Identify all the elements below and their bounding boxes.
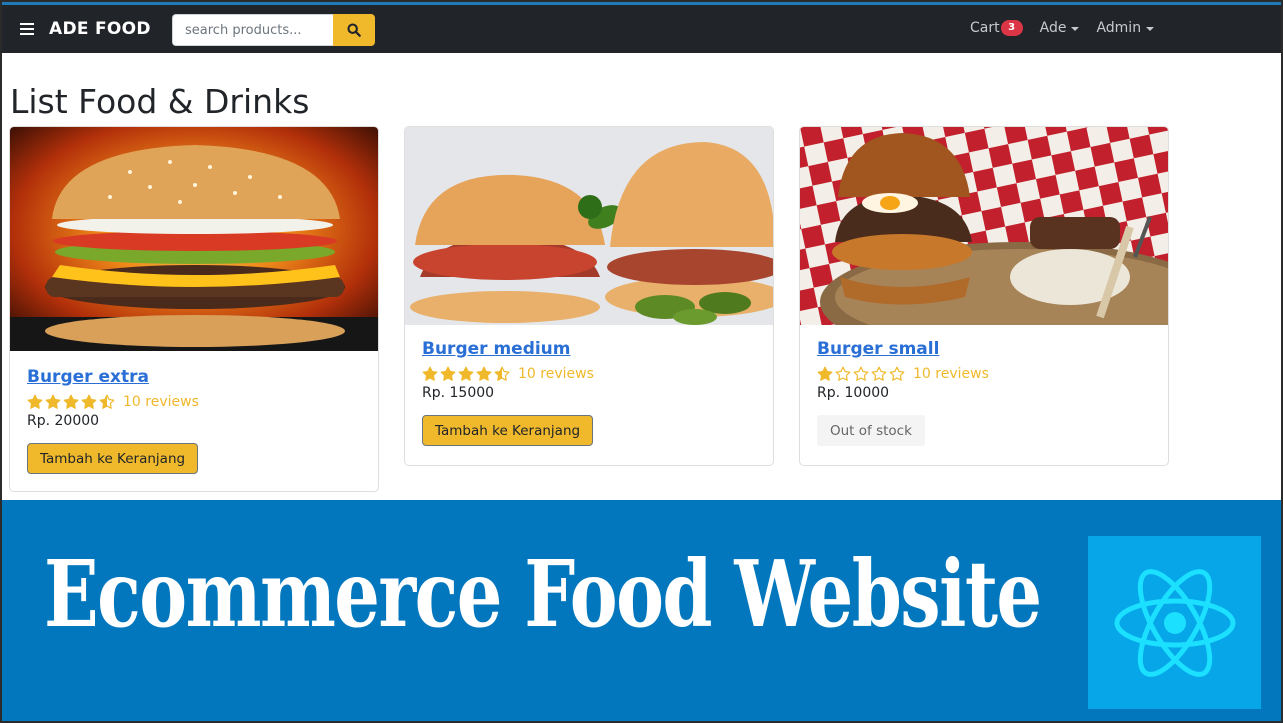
product-price: Rp. 20000 [27, 413, 100, 429]
search-button[interactable] [333, 14, 375, 46]
cart-link[interactable]: Cart 3 [970, 20, 1023, 36]
user-dropdown[interactable]: Ade [1040, 20, 1080, 36]
search-input[interactable] [172, 14, 333, 46]
product-image[interactable] [10, 127, 378, 351]
product-price: Rp. 15000 [422, 385, 495, 401]
product-image[interactable] [800, 127, 1168, 325]
star-half-icon [99, 394, 115, 409]
react-logo-icon [1114, 568, 1235, 677]
cart-count-badge: 3 [1000, 20, 1023, 36]
user-menu-label: Ade [1039, 20, 1067, 36]
rating: 10 reviews [27, 391, 361, 413]
react-logo-box [1088, 536, 1261, 709]
product-image[interactable] [405, 127, 773, 325]
star-empty-icon [835, 366, 851, 381]
cart-label: Cart [970, 20, 1000, 36]
admin-dropdown[interactable]: Admin [1096, 20, 1155, 36]
star-filled-icon [440, 366, 456, 381]
star-filled-icon [476, 366, 492, 381]
product-name-link[interactable]: Burger extra [27, 367, 361, 387]
reviews-count: 10 reviews [123, 394, 199, 410]
star-filled-icon [422, 366, 438, 381]
rating: 10 reviews [817, 363, 1151, 385]
admin-menu-label: Admin [1096, 20, 1142, 36]
out-of-stock-button: Out of stock [817, 415, 925, 446]
star-filled-icon [817, 366, 833, 381]
navbar-right: Cart 3 Ade Admin [970, 20, 1155, 36]
card-body: Burger extra 10 reviews Rp. 20000 Tambah… [10, 351, 378, 488]
product-name-link[interactable]: Burger small [817, 339, 1151, 359]
reviews-count: 10 reviews [913, 366, 989, 382]
rating: 10 reviews [422, 363, 756, 385]
banner-title: Ecommerce Food Website [44, 540, 1042, 648]
star-filled-icon [81, 394, 97, 409]
search-icon [347, 23, 361, 37]
page-title: List Food & Drinks [10, 82, 310, 121]
star-filled-icon [27, 394, 43, 409]
product-card: Burger small 10 reviews Rp. 10000 Out of… [799, 126, 1169, 466]
promo-banner: Ecommerce Food Website [2, 500, 1281, 721]
star-empty-icon [853, 366, 869, 381]
card-body: Burger small 10 reviews Rp. 10000 Out of… [800, 325, 1168, 460]
star-filled-icon [63, 394, 79, 409]
star-empty-icon [871, 366, 887, 381]
add-to-cart-button[interactable]: Tambah ke Keranjang [27, 443, 199, 474]
caret-down-icon [1071, 27, 1080, 31]
product-name-link[interactable]: Burger medium [422, 339, 756, 359]
menu-icon[interactable] [20, 23, 34, 35]
star-empty-icon [889, 366, 905, 381]
star-filled-icon [45, 394, 61, 409]
product-card: Burger extra 10 reviews Rp. 20000 Tambah… [9, 126, 379, 492]
star-half-icon [494, 366, 510, 381]
brand-logo[interactable]: ADE FOOD [49, 19, 151, 39]
card-body: Burger medium 10 reviews Rp. 15000 Tamba… [405, 325, 773, 460]
app-frame: ADE FOOD Cart 3 Ade Admin [0, 0, 1283, 723]
reviews-count: 10 reviews [518, 366, 594, 382]
search-form [172, 14, 375, 46]
add-to-cart-button[interactable]: Tambah ke Keranjang [422, 415, 594, 446]
caret-down-icon [1146, 27, 1155, 31]
star-filled-icon [458, 366, 474, 381]
product-card: Burger medium 10 reviews Rp. 15000 Tamba… [404, 126, 774, 466]
product-price: Rp. 10000 [817, 385, 890, 401]
navbar: ADE FOOD Cart 3 Ade Admin [2, 5, 1281, 53]
